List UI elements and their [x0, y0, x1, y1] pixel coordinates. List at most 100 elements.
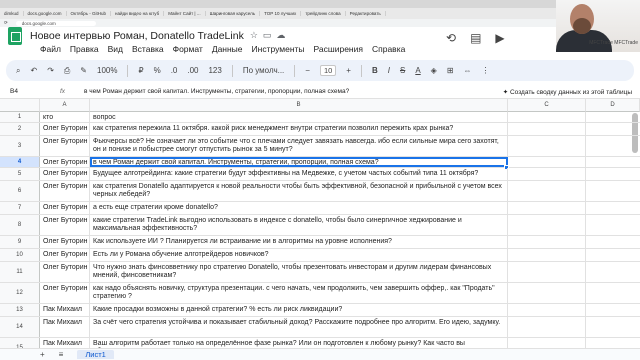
row-number[interactable]: 13: [0, 304, 40, 316]
font-family-select[interactable]: По умолч...: [243, 66, 284, 75]
row-number[interactable]: 11: [0, 262, 40, 282]
font-size-input[interactable]: 10: [319, 65, 337, 76]
sheet-tab-active[interactable]: Лист1: [77, 350, 114, 359]
add-sheet-button[interactable]: +: [40, 350, 45, 359]
cell-empty[interactable]: [586, 181, 640, 201]
text-color-button[interactable]: A: [415, 66, 420, 75]
fill-color-icon[interactable]: ◈: [431, 66, 437, 75]
cell-who[interactable]: Олег Буторин: [40, 202, 90, 214]
decrease-decimals-button[interactable]: .0: [171, 66, 178, 75]
cell-empty[interactable]: [508, 249, 586, 261]
cell-empty[interactable]: [586, 317, 640, 337]
bold-button[interactable]: B: [372, 66, 378, 75]
cell-who[interactable]: Олег Буторин: [40, 249, 90, 261]
cell-who[interactable]: Олег Буторин: [40, 168, 90, 180]
reload-icon[interactable]: ⟳: [4, 20, 8, 26]
cell-who[interactable]: Олег Буторин: [40, 123, 90, 135]
cloud-status-icon[interactable]: ☁: [276, 30, 285, 41]
row-number[interactable]: 14: [0, 317, 40, 337]
meet-icon[interactable]: ▶: [495, 31, 504, 45]
cell-empty[interactable]: [586, 304, 640, 316]
browser-tab[interactable]: dimkud: [0, 11, 24, 16]
paint-format-icon[interactable]: ✎: [80, 66, 87, 75]
cell-question[interactable]: Ваш алгоритм работает только на определё…: [90, 338, 508, 348]
cell-empty[interactable]: [508, 283, 586, 303]
cell-empty[interactable]: [508, 304, 586, 316]
menu-item[interactable]: Вставка: [132, 44, 164, 54]
history-icon[interactable]: ⟲: [446, 31, 456, 45]
browser-tab[interactable]: Шаринговая карусель: [206, 11, 261, 16]
menu-item[interactable]: Инструменты: [252, 44, 305, 54]
browser-tab[interactable]: docs.google.com: [24, 11, 67, 16]
cell-empty[interactable]: [586, 168, 640, 180]
redo-icon[interactable]: ↷: [47, 66, 54, 75]
undo-icon[interactable]: ↶: [30, 66, 37, 75]
merge-cells-icon[interactable]: ⇔: [464, 66, 472, 75]
more-options-icon[interactable]: ⋮: [482, 66, 490, 75]
cell-who[interactable]: кто: [40, 112, 90, 122]
select-all-corner[interactable]: [0, 99, 40, 112]
cell-question[interactable]: Как используете ИИ ? Планируется ли встр…: [90, 236, 508, 248]
move-folder-icon[interactable]: ▭: [263, 30, 272, 41]
cell-who[interactable]: Олег Буторин: [40, 157, 90, 167]
cell-who[interactable]: Олег Буторин: [40, 236, 90, 248]
spreadsheet-grid[interactable]: A B C D 1 кто вопрос 2 Олег Буторин как страт…: [0, 99, 640, 348]
menu-item[interactable]: Расширения: [314, 44, 363, 54]
column-header-b[interactable]: B: [90, 99, 508, 112]
cell-question[interactable]: Фьючерсы всё? Не означает ли это событие…: [90, 136, 508, 156]
menu-item[interactable]: Справка: [372, 44, 405, 54]
cell-empty[interactable]: [508, 317, 586, 337]
row-number[interactable]: 15: [0, 338, 40, 348]
cell-empty[interactable]: [586, 136, 640, 156]
row-number[interactable]: 4: [0, 157, 40, 167]
cell-question[interactable]: как стратегия пережила 11 октября. какой…: [90, 123, 508, 135]
cell-who[interactable]: Олег Буторин: [40, 215, 90, 235]
cell-empty[interactable]: [508, 202, 586, 214]
browser-tab[interactable]: Октябрь - GitHub: [67, 11, 111, 16]
cell-empty[interactable]: [508, 123, 586, 135]
cell-who[interactable]: Олег Буторин: [40, 283, 90, 303]
cell-who[interactable]: Олег Буторин: [40, 136, 90, 156]
search-menus-icon[interactable]: ⌕: [16, 66, 20, 76]
row-number[interactable]: 9: [0, 236, 40, 248]
cell-question[interactable]: в чем Роман держит свой капитал. Инструм…: [90, 157, 508, 167]
browser-tab[interactable]: трейдлинк слова: [301, 11, 346, 16]
row-number[interactable]: 7: [0, 202, 40, 214]
cell-who[interactable]: Олег Буторин: [40, 181, 90, 201]
percent-format-button[interactable]: %: [154, 66, 161, 75]
row-number[interactable]: 5: [0, 168, 40, 180]
menu-item[interactable]: Формат: [173, 44, 203, 54]
font-size-decrease-button[interactable]: −: [305, 66, 310, 75]
number-format-button[interactable]: 123: [208, 66, 221, 75]
cell-question[interactable]: Будущее алготрейдинга: какие стратегии б…: [90, 168, 508, 180]
cell-empty[interactable]: [586, 112, 640, 122]
increase-decimals-button[interactable]: .00: [187, 66, 198, 75]
cell-empty[interactable]: [508, 215, 586, 235]
cell-who[interactable]: Пак Михаил: [40, 317, 90, 337]
row-number[interactable]: 10: [0, 249, 40, 261]
row-number[interactable]: 12: [0, 283, 40, 303]
browser-tab[interactable]: найди видео на ютуб: [111, 11, 165, 16]
column-header-d[interactable]: D: [586, 99, 640, 112]
row-number[interactable]: 1: [0, 112, 40, 122]
cell-question[interactable]: какие стратегии TradeLink выгодно исполь…: [90, 215, 508, 235]
font-size-increase-button[interactable]: +: [346, 66, 351, 75]
cell-empty[interactable]: [508, 168, 586, 180]
cell-question[interactable]: Какие просадки возможны в данной стратег…: [90, 304, 508, 316]
print-icon[interactable]: ⎙: [64, 66, 70, 76]
row-number[interactable]: 2: [0, 123, 40, 135]
cell-empty[interactable]: [508, 112, 586, 122]
cell-who[interactable]: Пак Михаил: [40, 338, 90, 348]
cell-empty[interactable]: [508, 181, 586, 201]
cell-empty[interactable]: [586, 215, 640, 235]
name-box[interactable]: B4: [0, 88, 60, 95]
cell-empty[interactable]: [508, 338, 586, 348]
row-number[interactable]: 3: [0, 136, 40, 156]
column-header-c[interactable]: C: [508, 99, 586, 112]
cell-empty[interactable]: [508, 136, 586, 156]
currency-format-button[interactable]: ₽: [138, 66, 143, 75]
cell-empty[interactable]: [586, 249, 640, 261]
menu-item[interactable]: Данные: [212, 44, 243, 54]
cell-who[interactable]: Пак Михаил: [40, 304, 90, 316]
borders-icon[interactable]: ⊞: [447, 66, 454, 75]
